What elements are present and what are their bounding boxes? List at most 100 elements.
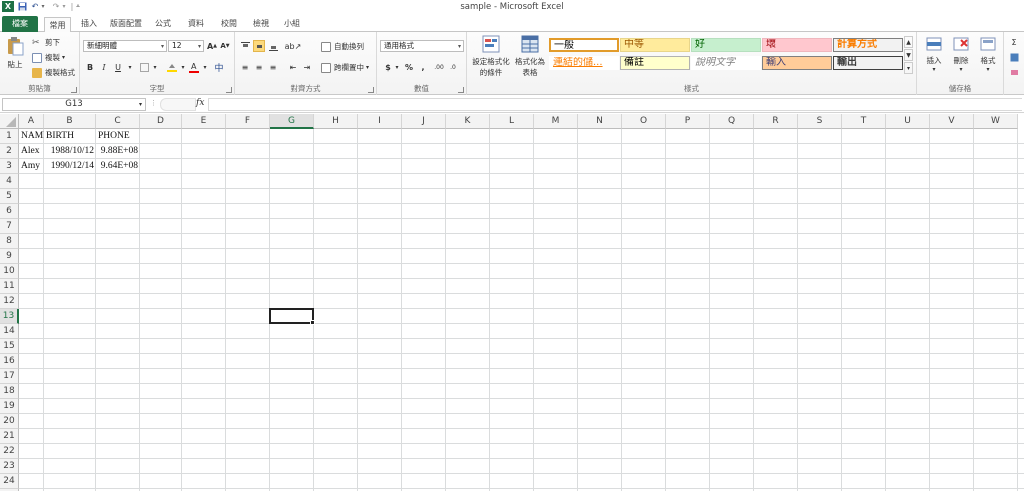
align-left-icon[interactable]: ≡ <box>239 61 251 73</box>
gallery-more-icon[interactable]: ▾ <box>904 62 913 74</box>
row-header-22[interactable]: 22 <box>0 444 19 459</box>
tab-insert[interactable]: 插入 <box>78 16 100 32</box>
number-launcher-icon[interactable] <box>458 87 464 93</box>
copy-button[interactable]: 複製 ▾ <box>32 52 65 63</box>
row-header-15[interactable]: 15 <box>0 339 19 354</box>
row-header-23[interactable]: 23 <box>0 459 19 474</box>
column-header-J[interactable]: J <box>402 114 446 129</box>
conditional-formatting-button[interactable]: 設定格式化 的條件 <box>470 35 512 78</box>
increase-decimal-icon[interactable]: .00 <box>433 61 445 73</box>
clipboard-launcher-icon[interactable] <box>71 87 77 93</box>
column-header-H[interactable]: H <box>314 114 358 129</box>
merge-center-button[interactable]: 跨欄置中 ▾ <box>321 62 369 73</box>
cell-A3[interactable]: Amy <box>19 159 44 174</box>
cell-style-2[interactable]: 好 <box>691 38 761 52</box>
chevron-down-icon[interactable]: ▾ <box>199 61 211 73</box>
cut-button[interactable]: ✂ 剪下 <box>32 37 60 48</box>
underline-button[interactable]: U <box>112 61 124 73</box>
cell-style-1[interactable]: 中等 <box>620 38 690 52</box>
decrease-indent-icon[interactable]: ⇤ <box>287 61 299 73</box>
name-box[interactable]: G13 ▾ <box>2 98 146 111</box>
column-header-P[interactable]: P <box>666 114 710 129</box>
phonetic-icon[interactable]: 中 <box>213 61 225 74</box>
decrease-decimal-icon[interactable]: .0 <box>447 61 459 73</box>
row-header-3[interactable]: 3 <box>0 159 19 174</box>
cell-style-3[interactable]: 壞 <box>762 38 832 52</box>
chevron-down-icon[interactable]: ▾ <box>391 61 403 73</box>
wrap-text-button[interactable]: 自動換列 <box>321 41 364 52</box>
column-header-K[interactable]: K <box>446 114 490 129</box>
shrink-font-button[interactable]: A ▼ <box>219 40 231 52</box>
cell-A1[interactable]: NAME <box>19 129 44 144</box>
gallery-down-icon[interactable]: ▼ <box>904 49 913 61</box>
row-header-8[interactable]: 8 <box>0 234 19 249</box>
row-header-11[interactable]: 11 <box>0 279 19 294</box>
column-header-W[interactable]: W <box>974 114 1018 129</box>
cell-C1[interactable]: PHONE <box>96 129 140 144</box>
cell-style-5[interactable]: 連結的儲... <box>549 56 619 70</box>
gallery-up-icon[interactable]: ▲ <box>904 36 913 48</box>
row-header-16[interactable]: 16 <box>0 354 19 369</box>
increase-indent-icon[interactable]: ⇥ <box>301 61 313 73</box>
row-header-2[interactable]: 2 <box>0 144 19 159</box>
align-right-icon[interactable]: ≡ <box>267 61 279 73</box>
cell-B2[interactable]: 1988/10/12 <box>44 144 96 159</box>
font-name-select[interactable]: 新細明體 ▾ <box>83 40 167 52</box>
percent-button[interactable]: % <box>403 61 415 73</box>
column-header-U[interactable]: U <box>886 114 930 129</box>
align-middle-icon[interactable] <box>253 40 265 52</box>
cell-style-0[interactable]: 一般 <box>549 38 619 52</box>
cell-style-7[interactable]: 說明文字 <box>691 56 761 70</box>
chevron-down-icon[interactable]: ▾ <box>149 61 161 73</box>
row-header-19[interactable]: 19 <box>0 399 19 414</box>
orientation-icon[interactable]: ab↗ <box>285 40 302 52</box>
paste-button[interactable]: 貼上 <box>4 36 26 78</box>
column-header-E[interactable]: E <box>182 114 226 129</box>
column-header-A[interactable]: A <box>19 114 44 129</box>
row-header-17[interactable]: 17 <box>0 369 19 384</box>
italic-button[interactable]: I <box>98 61 110 73</box>
column-header-Q[interactable]: Q <box>710 114 754 129</box>
row-header-24[interactable]: 24 <box>0 474 19 489</box>
chevron-down-icon[interactable]: ▾ <box>124 61 136 73</box>
format-cells-button[interactable]: 格式 ▾ <box>977 36 999 73</box>
insert-cells-button[interactable]: 插入 ▾ <box>923 36 945 73</box>
tab-formulas[interactable]: 公式 <box>152 16 174 32</box>
tab-data[interactable]: 資料 <box>185 16 207 32</box>
tab-review[interactable]: 校閱 <box>218 16 240 32</box>
cell-style-9[interactable]: 輸出 <box>833 56 903 70</box>
column-header-M[interactable]: M <box>534 114 578 129</box>
row-header-18[interactable]: 18 <box>0 384 19 399</box>
number-format-select[interactable]: 通用格式 ▾ <box>380 40 464 52</box>
column-header-S[interactable]: S <box>798 114 842 129</box>
tab-file[interactable]: 檔案 <box>2 16 38 32</box>
column-header-R[interactable]: R <box>754 114 798 129</box>
column-header-I[interactable]: I <box>358 114 402 129</box>
tab-page-layout[interactable]: 版面配置 <box>106 16 146 32</box>
row-header-13[interactable]: 13 <box>0 309 19 324</box>
column-header-V[interactable]: V <box>930 114 974 129</box>
delete-cells-button[interactable]: 刪除 ▾ <box>950 36 972 73</box>
format-as-table-button[interactable]: 格式化為 表格 <box>513 35 547 78</box>
column-header-L[interactable]: L <box>490 114 534 129</box>
row-header-5[interactable]: 5 <box>0 189 19 204</box>
row-header-14[interactable]: 14 <box>0 324 19 339</box>
insert-function-button[interactable]: fx <box>196 98 204 108</box>
row-header-4[interactable]: 4 <box>0 174 19 189</box>
column-header-G[interactable]: G <box>270 114 314 129</box>
cell-style-8[interactable]: 輸入 <box>762 56 832 70</box>
grow-font-button[interactable]: A ▲ <box>206 40 218 52</box>
tab-home[interactable]: 常用 <box>44 17 71 33</box>
column-header-F[interactable]: F <box>226 114 270 129</box>
tab-view[interactable]: 檢視 <box>250 16 272 32</box>
worksheet-grid[interactable]: ABCDEFGHIJKLMNOPQRSTUVW 1 2 3 4 5 6 7 8 9 10 11 12 1… <box>0 114 1024 491</box>
row-header-10[interactable]: 10 <box>0 264 19 279</box>
autosum-button[interactable]: Σ <box>1008 36 1020 48</box>
column-header-T[interactable]: T <box>842 114 886 129</box>
row-header-9[interactable]: 9 <box>0 249 19 264</box>
column-header-B[interactable]: B <box>44 114 96 129</box>
cell-B1[interactable]: BIRTH <box>44 129 96 144</box>
select-all-button[interactable] <box>0 114 19 129</box>
row-header-12[interactable]: 12 <box>0 294 19 309</box>
cell-B3[interactable]: 1990/12/14 <box>44 159 96 174</box>
